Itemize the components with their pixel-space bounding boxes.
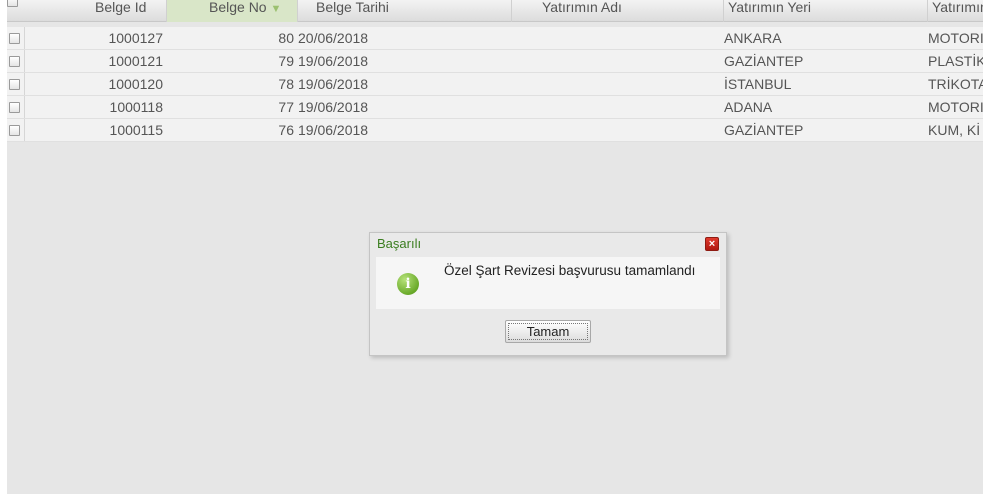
cell-yatirim-turu: TRİKOTA — [928, 76, 983, 92]
cell-belge-tarihi: 19/06/2018 — [298, 122, 369, 138]
cell-yatirim-yeri: ADANA — [724, 99, 773, 115]
row-checkbox[interactable] — [9, 56, 20, 67]
cell-yatirim-turu: PLASTİK — [928, 53, 983, 69]
column-header-belge-id[interactable]: Belge Id — [25, 0, 167, 22]
table-row[interactable]: 1000115 76 19/06/2018 GAZİANTEP KUM, Kİ — [7, 119, 983, 142]
grid-header: Belge Id Belge No ▼ Belge Tarihi Yatırım… — [7, 0, 983, 22]
cell-belge-no: 76 — [278, 122, 294, 138]
row-checkbox[interactable] — [9, 79, 20, 90]
column-header-belge-tarihi[interactable]: Belge Tarihi — [298, 0, 512, 22]
select-all-checkbox[interactable] — [7, 0, 23, 9]
close-icon[interactable]: × — [705, 237, 719, 251]
table-row[interactable]: 1000127 80 20/06/2018 ANKARA MOTORI — [7, 27, 983, 50]
column-header-yatirim-adi[interactable]: Yatırımın Adı — [512, 0, 724, 22]
column-header-belge-no[interactable]: Belge No ▼ — [167, 0, 298, 22]
cell-yatirim-turu: KUM, Kİ — [928, 122, 981, 138]
row-checkbox[interactable] — [9, 125, 20, 136]
column-header-label: Yatırımın Adı — [542, 0, 622, 15]
table-row[interactable]: 1000118 77 19/06/2018 ADANA MOTORI — [7, 96, 983, 119]
cell-belge-tarihi: 20/06/2018 — [298, 30, 369, 46]
row-checkbox[interactable] — [9, 33, 20, 44]
table-row[interactable]: 1000120 78 19/06/2018 İSTANBUL TRİKOTA — [7, 73, 983, 96]
column-header-yatirim-turu[interactable]: Yatırımın — [928, 0, 983, 22]
cell-yatirim-yeri: İSTANBUL — [724, 76, 792, 92]
ok-button[interactable]: Tamam — [505, 320, 591, 343]
dialog-message: Özel Şart Revizesi başvurusu tamamlandı — [444, 263, 696, 278]
cell-belge-tarihi: 19/06/2018 — [298, 99, 369, 115]
cell-yatirim-yeri: GAZİANTEP — [724, 122, 804, 138]
cell-belge-id: 1000127 — [108, 30, 163, 46]
cell-yatirim-turu: MOTORI — [928, 99, 983, 115]
cell-belge-id: 1000120 — [108, 76, 163, 92]
cell-yatirim-yeri: ANKARA — [724, 30, 782, 46]
cell-belge-no: 78 — [278, 76, 294, 92]
cell-belge-no: 80 — [278, 30, 294, 46]
column-header-yatirim-yeri[interactable]: Yatırımın Yeri — [724, 0, 928, 22]
table-row[interactable]: 1000121 79 19/06/2018 GAZİANTEP PLASTİK — [7, 50, 983, 73]
cell-belge-id: 1000121 — [108, 53, 163, 69]
dialog-body: i Özel Şart Revizesi başvurusu tamamland… — [376, 257, 720, 309]
cell-belge-id: 1000118 — [109, 99, 163, 115]
cell-yatirim-yeri: GAZİANTEP — [724, 53, 804, 69]
info-icon: i — [397, 273, 419, 295]
success-dialog: Başarılı × i Özel Şart Revizesi başvurus… — [369, 232, 727, 356]
column-header-label: Yatırımın — [932, 0, 983, 15]
column-header-label: Belge Tarihi — [316, 0, 389, 15]
row-checkbox[interactable] — [9, 102, 20, 113]
cell-belge-no: 77 — [278, 99, 294, 115]
column-header-label: Yatırımın Yeri — [728, 0, 812, 15]
cell-yatirim-turu: MOTORI — [928, 30, 983, 46]
dialog-title: Başarılı — [377, 236, 422, 251]
column-header-label: Belge No — [209, 0, 267, 15]
cell-belge-id: 1000115 — [109, 122, 163, 138]
sort-desc-icon: ▼ — [270, 3, 282, 15]
cell-belge-tarihi: 19/06/2018 — [298, 76, 369, 92]
cell-belge-tarihi: 19/06/2018 — [298, 53, 369, 69]
cell-belge-no: 79 — [278, 53, 294, 69]
column-header-label: Belge Id — [95, 0, 147, 15]
